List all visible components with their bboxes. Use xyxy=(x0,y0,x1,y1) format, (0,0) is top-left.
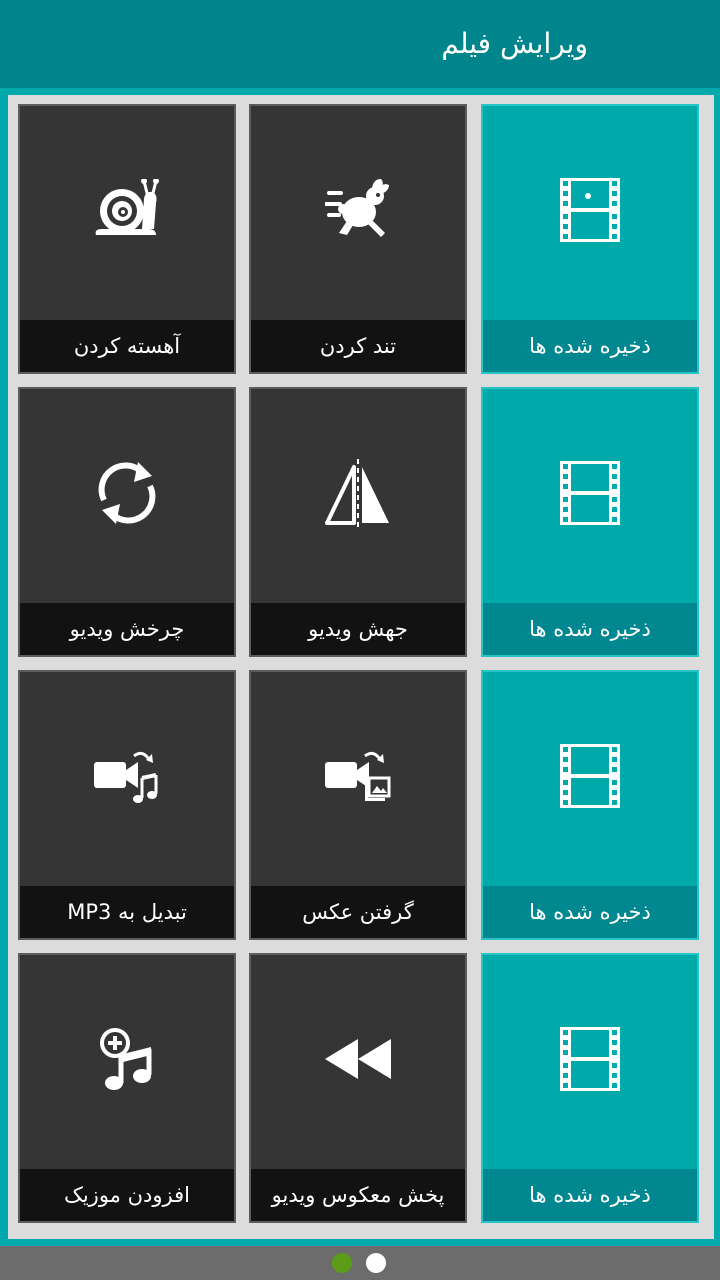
tile-label: چرخش ویدیو xyxy=(20,603,234,655)
add-music-tile[interactable]: افزودن موزیک xyxy=(18,953,236,1223)
rotate-video-tile[interactable]: چرخش ویدیو xyxy=(18,387,236,657)
rotate-icon xyxy=(92,460,162,530)
saved-music-videos-tile[interactable]: ذخیره شده ها xyxy=(481,953,699,1223)
saved-speed-videos-tile[interactable]: ذخیره شده ها xyxy=(481,104,699,374)
tile-label: پخش معکوس ویدیو xyxy=(251,1169,465,1221)
take-photo-tile[interactable]: گرفتن عکس xyxy=(249,670,467,940)
page-indicator xyxy=(0,1246,720,1280)
tile-label: تبدیل به MP3 xyxy=(20,886,234,938)
tile-label: ذخیره شده ها xyxy=(483,1169,697,1221)
flip-icon xyxy=(325,459,391,531)
video-to-image-icon xyxy=(325,748,391,808)
tile-label: ذخیره شده ها xyxy=(483,886,697,938)
tile-label: تند کردن xyxy=(251,320,465,372)
add-music-icon xyxy=(99,1027,155,1095)
saved-film-convert-icon xyxy=(560,744,620,812)
tile-label: جهش ویدیو xyxy=(251,603,465,655)
video-to-music-icon xyxy=(94,748,160,808)
flip-video-tile[interactable]: جهش ویدیو xyxy=(249,387,467,657)
rewind-icon xyxy=(325,1039,391,1083)
tile-label: ذخیره شده ها xyxy=(483,603,697,655)
reverse-play-tile[interactable]: پخش معکوس ویدیو xyxy=(249,953,467,1223)
tile-label: آهسته کردن xyxy=(20,320,234,372)
saved-converted-tile[interactable]: ذخیره شده ها xyxy=(481,670,699,940)
saved-film-music-icon xyxy=(560,1027,620,1095)
tools-grid: آهسته کردن تند کردن ذخیره شده ها چرخش وی… xyxy=(8,95,714,1239)
tile-label: گرفتن عکس xyxy=(251,886,465,938)
page-dot-1[interactable] xyxy=(332,1253,352,1273)
page-title: ویرایش فیلم xyxy=(441,27,588,60)
saved-film-rotate-icon xyxy=(560,461,620,529)
snail-icon xyxy=(92,178,162,245)
convert-mp3-tile[interactable]: تبدیل به MP3 xyxy=(18,670,236,940)
running-rabbit-icon xyxy=(324,179,391,245)
slow-motion-tile[interactable]: آهسته کردن xyxy=(18,104,236,374)
fast-motion-tile[interactable]: تند کردن xyxy=(249,104,467,374)
saved-rotate-videos-tile[interactable]: ذخیره شده ها xyxy=(481,387,699,657)
app-bar: ویرایش فیلم xyxy=(0,0,720,88)
tile-label: افزودن موزیک xyxy=(20,1169,234,1221)
saved-film-speed-icon xyxy=(560,178,620,246)
page-dot-2-active[interactable] xyxy=(366,1253,386,1273)
tile-label: ذخیره شده ها xyxy=(483,320,697,372)
